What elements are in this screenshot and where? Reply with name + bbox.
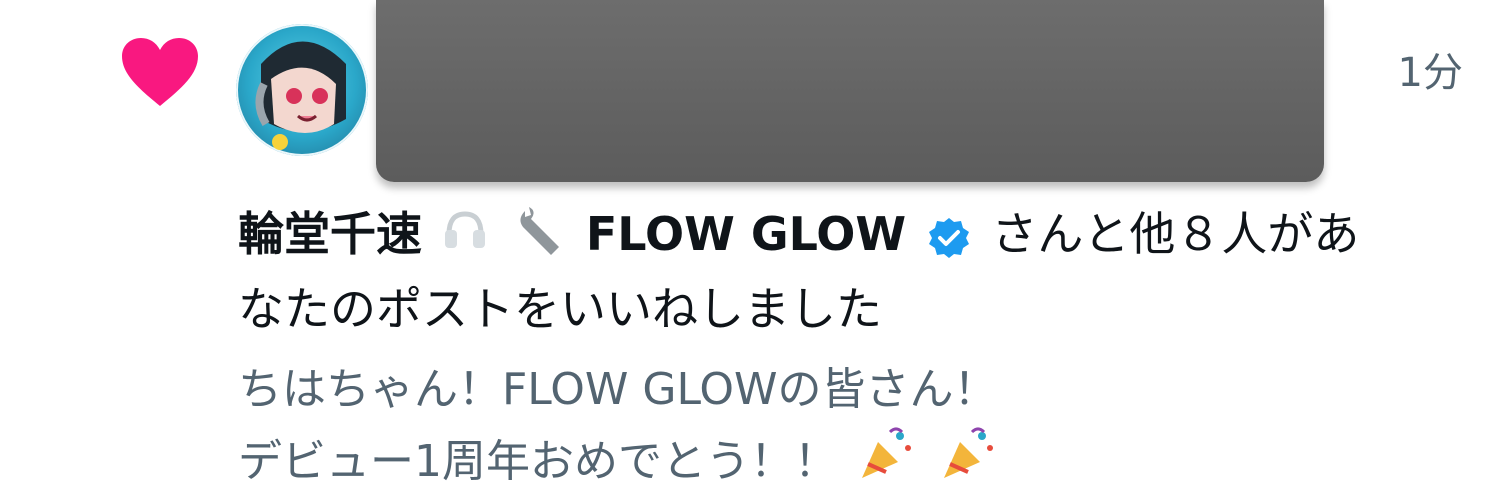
party-popper-icon xyxy=(856,424,916,504)
liker-name[interactable]: 輪堂千速 xyxy=(238,207,422,261)
verified-badge-icon xyxy=(928,217,969,258)
notification-message[interactable]: 輪堂千速 FLOW GLOW さんと他８人があ なたのポストをいいねしました xyxy=(238,200,1478,343)
quoted-line-1: ちはちゃん！FLOW GLOWの皆さん！ xyxy=(238,364,998,415)
avatar-illustration xyxy=(255,41,346,150)
message-text-1: さんと他８人があ xyxy=(991,207,1360,261)
group-name[interactable]: FLOW GLOW xyxy=(586,207,906,261)
headphones-icon xyxy=(441,204,489,272)
quoted-line-2: デビュー1周年おめでとう！！ xyxy=(238,436,838,487)
heart-icon xyxy=(122,38,198,106)
party-popper-icon xyxy=(938,424,998,504)
wrench-icon xyxy=(511,201,567,275)
quoted-post-text[interactable]: ちはちゃん！FLOW GLOWの皆さん！ デビュー1周年おめでとう！！ xyxy=(238,356,1478,504)
timestamp: 1分 xyxy=(1397,50,1463,96)
avatar[interactable] xyxy=(236,24,368,156)
message-text-2: なたのポストをいいねしました xyxy=(238,281,882,336)
redacted-image xyxy=(376,0,1324,182)
